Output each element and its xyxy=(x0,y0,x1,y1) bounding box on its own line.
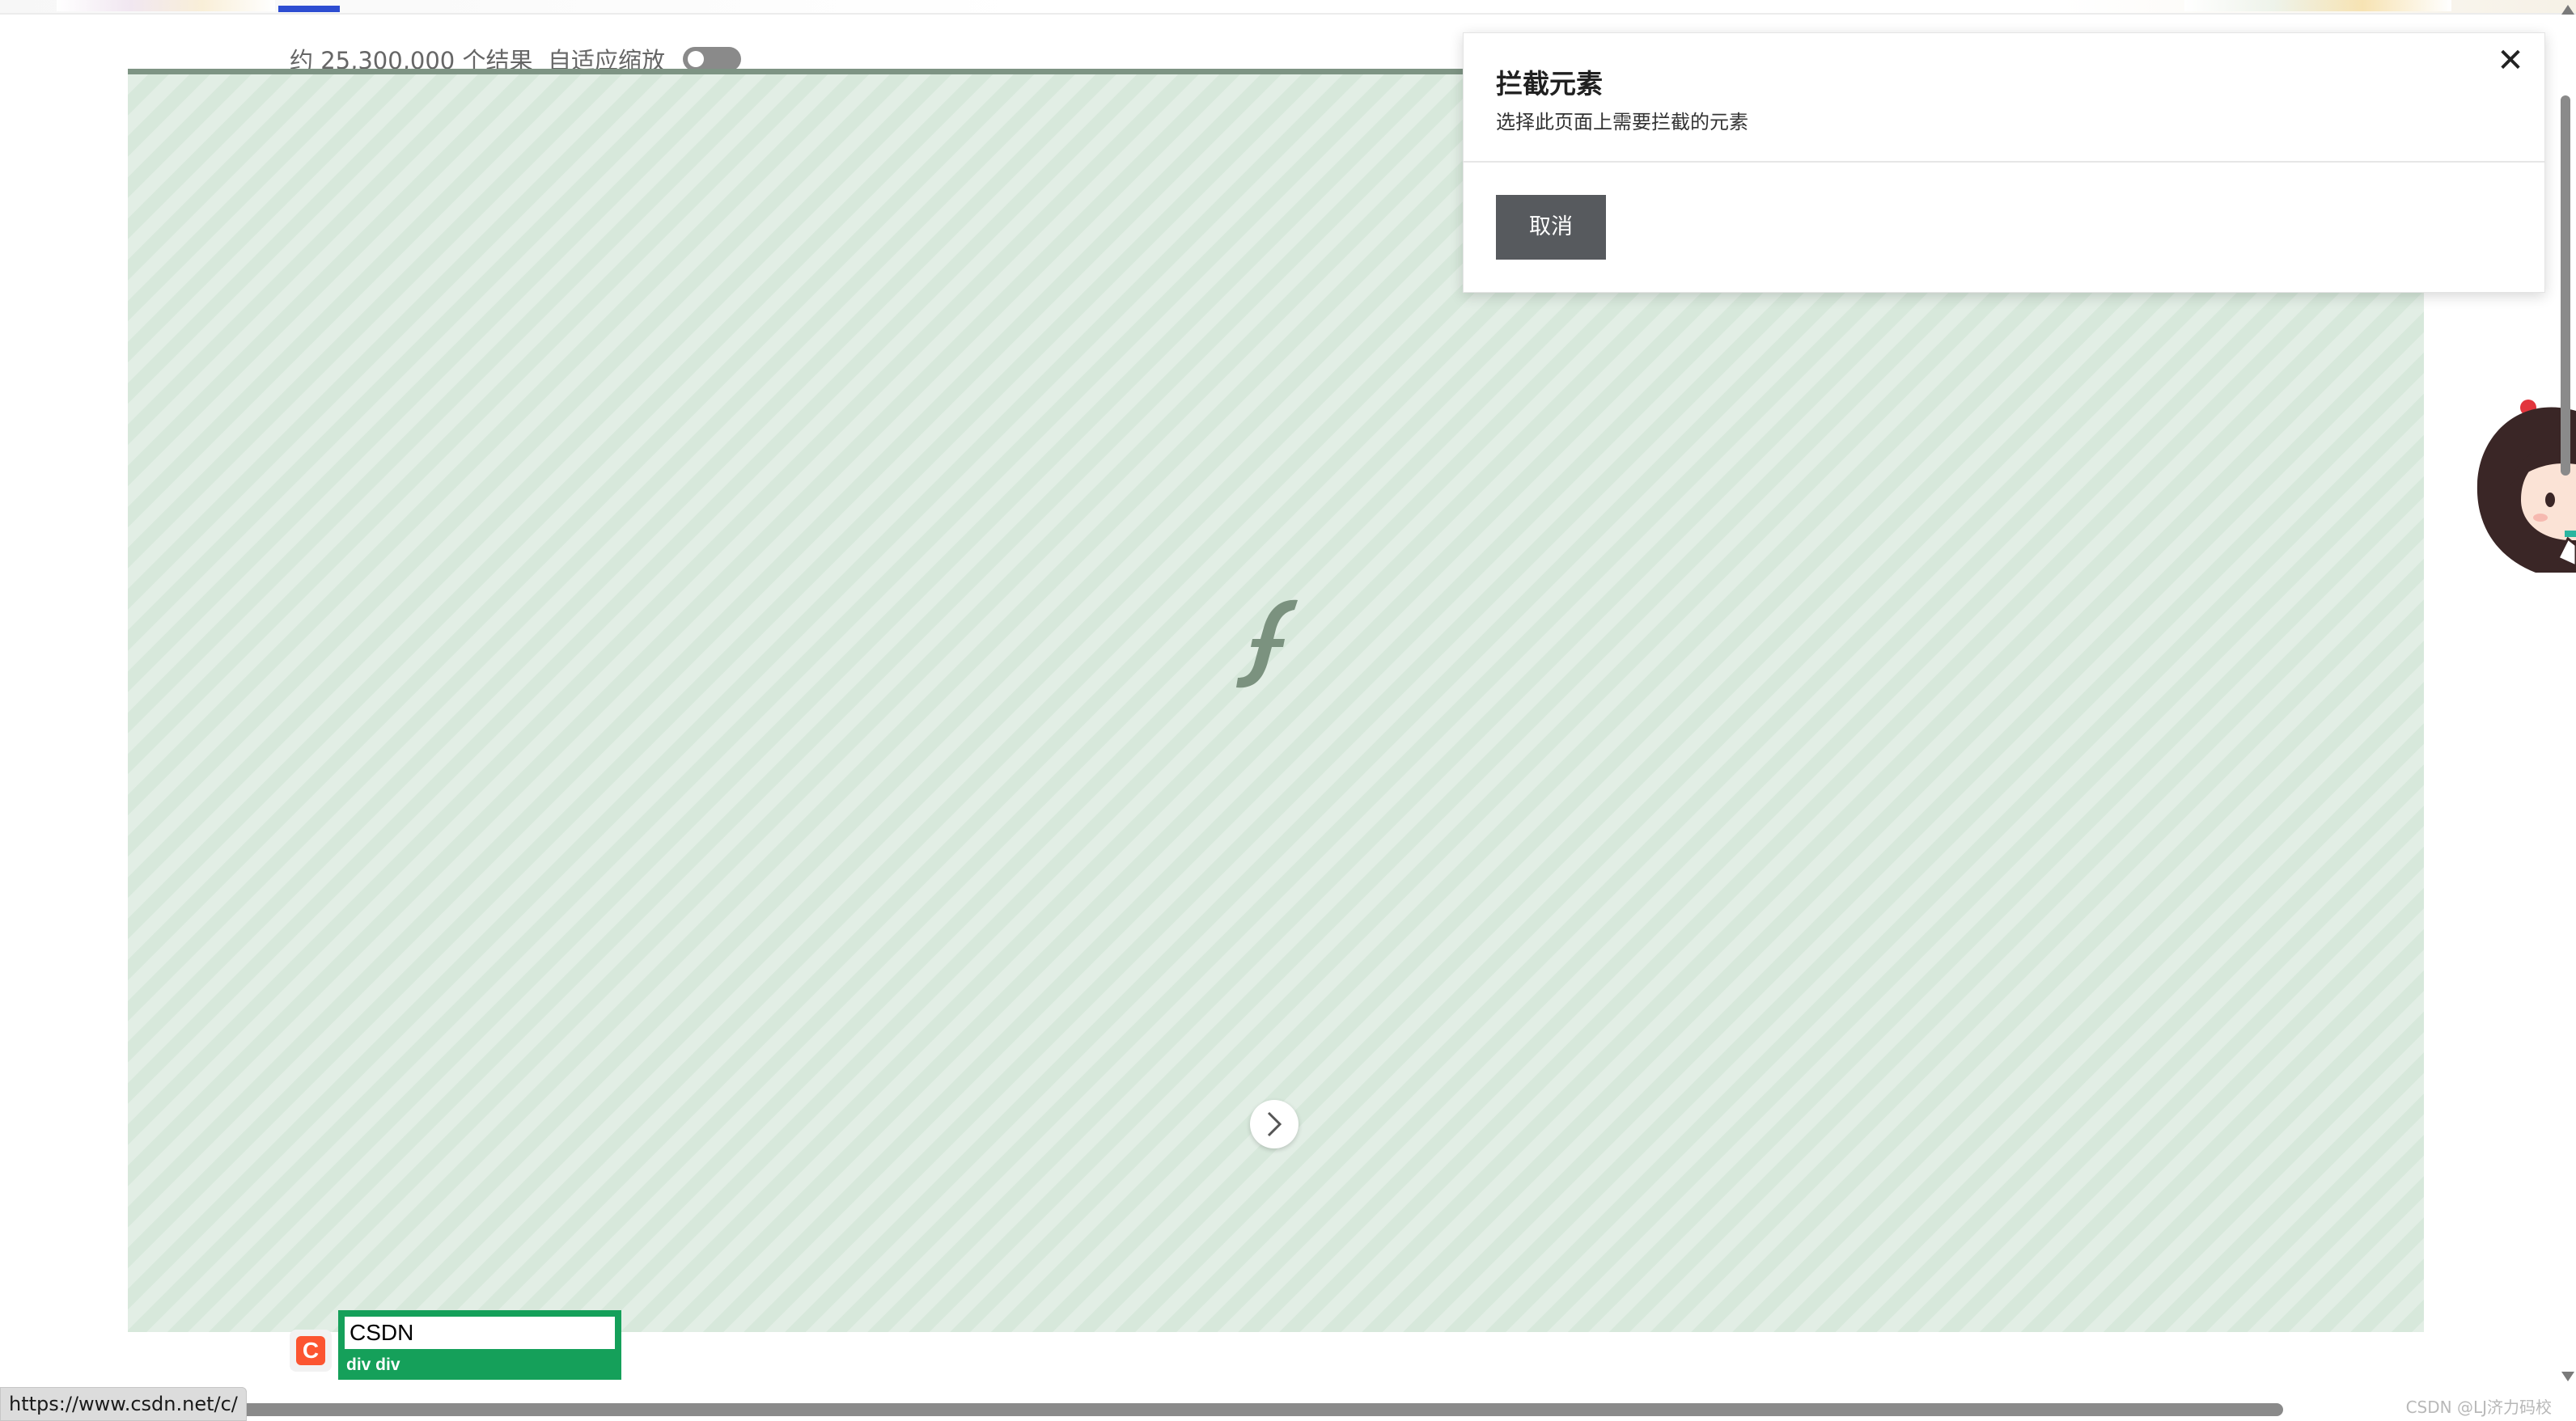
vertical-scroll-thumb[interactable] xyxy=(2561,95,2570,476)
scroll-down-arrow-icon[interactable] xyxy=(2561,1372,2574,1381)
highlight-selector-tag: div div xyxy=(346,1355,400,1374)
next-arrow-button[interactable] xyxy=(1250,1100,1299,1148)
dialog-title: 拦截元素 xyxy=(1496,68,1603,99)
highlighted-element-text: CSDN xyxy=(345,1317,615,1349)
csdn-logo[interactable]: C xyxy=(290,1330,332,1372)
watermark-text: CSDN @LJ济力码校 xyxy=(2405,1398,2552,1417)
horizontal-scroll-thumb[interactable] xyxy=(218,1403,2283,1416)
adaptive-zoom-toggle[interactable] xyxy=(683,47,741,71)
chevron-right-icon xyxy=(1267,1111,1282,1137)
top-banner-strip xyxy=(0,0,2576,15)
scroll-up-arrow-icon[interactable] xyxy=(2561,5,2574,15)
vertical-scrollbar[interactable] xyxy=(2557,0,2576,1391)
banner-decoration-left xyxy=(57,0,275,11)
block-element-dialog: 拦截元素 选择此页面上需要拦截的元素 ✕ 取消 xyxy=(1463,32,2545,293)
dialog-description: 选择此页面上需要拦截的元素 xyxy=(1496,111,1748,133)
active-tab-indicator xyxy=(278,6,340,12)
flash-icon xyxy=(1236,599,1298,688)
horizontal-scrollbar[interactable] xyxy=(0,1396,2557,1420)
close-icon[interactable]: ✕ xyxy=(2491,41,2530,80)
status-bar-url: https://www.csdn.net/c/ xyxy=(0,1387,247,1421)
dialog-divider xyxy=(1464,161,2544,163)
csdn-logo-letter: C xyxy=(296,1336,325,1365)
cancel-button[interactable]: 取消 xyxy=(1496,195,1606,260)
toggle-knob xyxy=(688,51,704,67)
element-highlight-overlay[interactable]: CSDN div div xyxy=(338,1310,621,1380)
banner-decoration-right xyxy=(2184,0,2451,11)
